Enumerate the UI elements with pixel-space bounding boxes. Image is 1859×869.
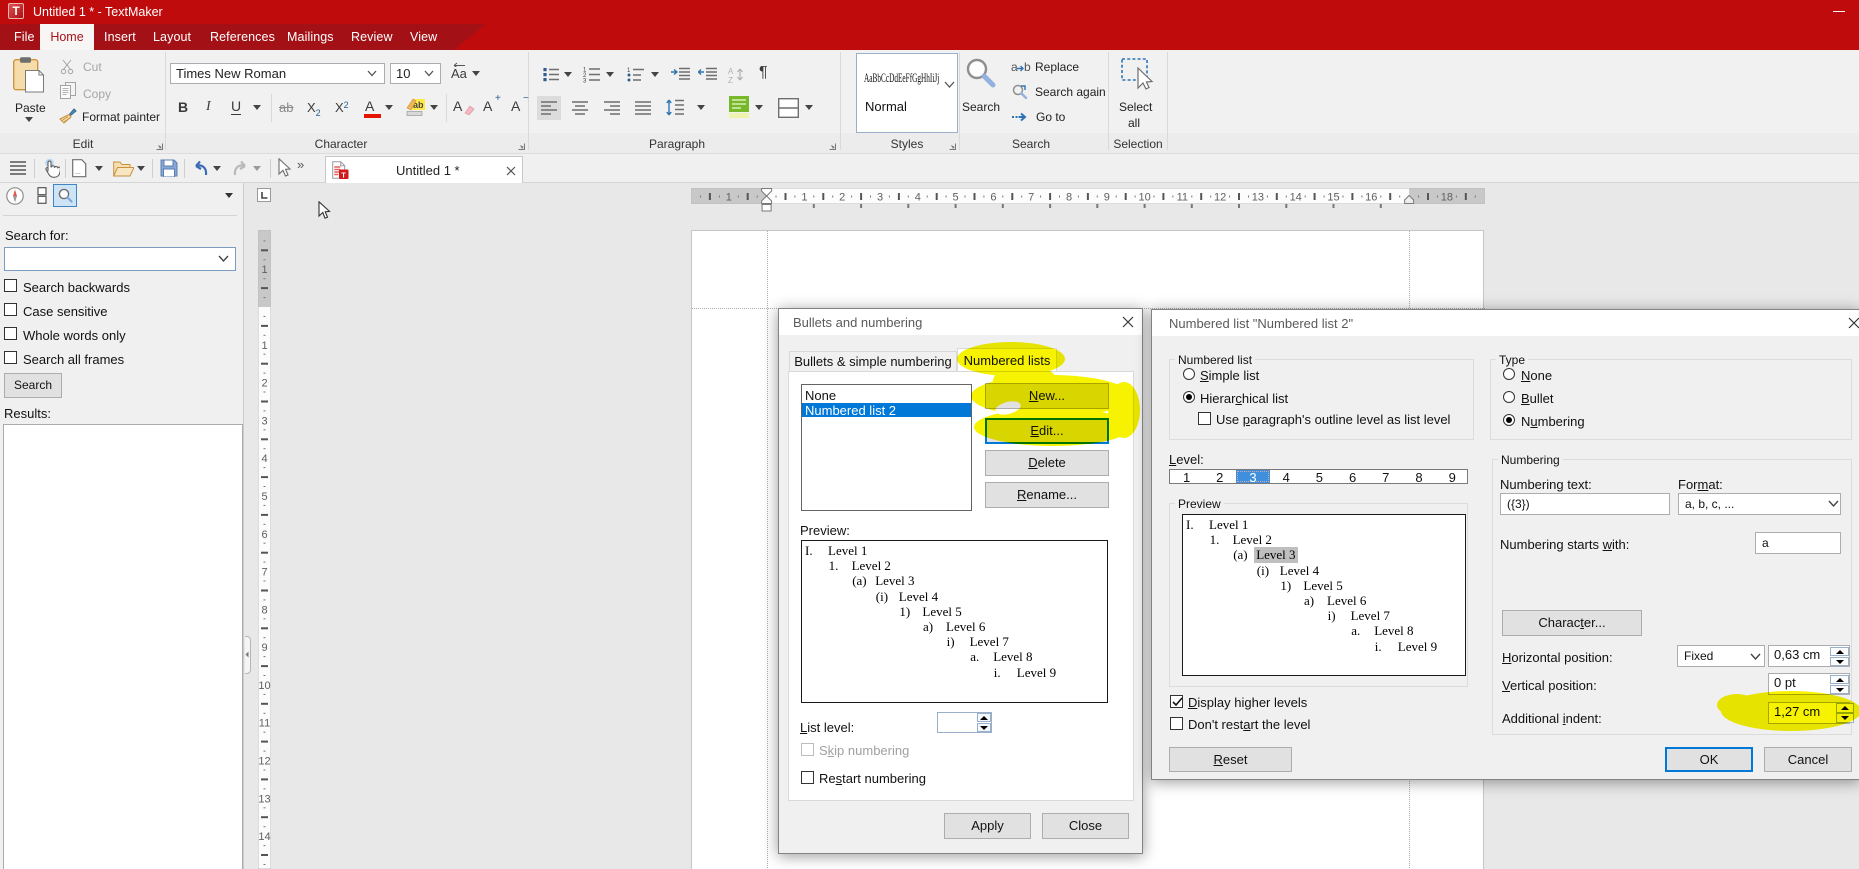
svg-text:2: 2 bbox=[839, 192, 845, 204]
svg-text:2: 2 bbox=[261, 378, 267, 390]
svg-text:1: 1 bbox=[726, 192, 732, 204]
svg-text:3: 3 bbox=[877, 192, 883, 204]
svg-text:1: 1 bbox=[627, 68, 631, 74]
svg-text:6: 6 bbox=[261, 529, 267, 541]
svg-text:14: 14 bbox=[258, 831, 270, 843]
svg-text:7: 7 bbox=[261, 567, 267, 579]
svg-text:10: 10 bbox=[258, 680, 270, 692]
svg-text:9: 9 bbox=[261, 642, 267, 654]
svg-text:16: 16 bbox=[1365, 192, 1377, 204]
svg-text:8: 8 bbox=[261, 604, 267, 616]
svg-text:6: 6 bbox=[990, 192, 996, 204]
svg-text:13: 13 bbox=[258, 793, 270, 805]
svg-text:11: 11 bbox=[259, 718, 270, 730]
svg-text:18: 18 bbox=[1441, 192, 1453, 204]
svg-text:5: 5 bbox=[953, 192, 959, 204]
svg-text:12: 12 bbox=[1214, 192, 1226, 204]
svg-text:3: 3 bbox=[261, 415, 267, 427]
svg-text:4: 4 bbox=[915, 192, 921, 204]
svg-text:3: 3 bbox=[583, 79, 587, 84]
svg-text:13: 13 bbox=[1252, 192, 1264, 204]
svg-text:T: T bbox=[341, 170, 346, 179]
svg-text:...: ... bbox=[75, 169, 81, 176]
svg-text:A: A bbox=[728, 67, 734, 76]
svg-text:8: 8 bbox=[1066, 192, 1072, 204]
svg-text:1: 1 bbox=[801, 192, 807, 204]
svg-text:15: 15 bbox=[1327, 192, 1339, 204]
svg-text:11: 11 bbox=[1177, 192, 1188, 204]
svg-text:12: 12 bbox=[258, 756, 270, 768]
svg-text:1: 1 bbox=[261, 264, 267, 276]
svg-text:4: 4 bbox=[261, 453, 267, 465]
svg-text:14: 14 bbox=[1290, 192, 1302, 204]
svg-text:10: 10 bbox=[1138, 192, 1150, 204]
svg-text:Z: Z bbox=[728, 76, 733, 84]
svg-text:1: 1 bbox=[261, 340, 267, 352]
svg-text:9: 9 bbox=[1104, 192, 1110, 204]
svg-text:7: 7 bbox=[1028, 192, 1034, 204]
svg-text:5: 5 bbox=[261, 491, 267, 503]
